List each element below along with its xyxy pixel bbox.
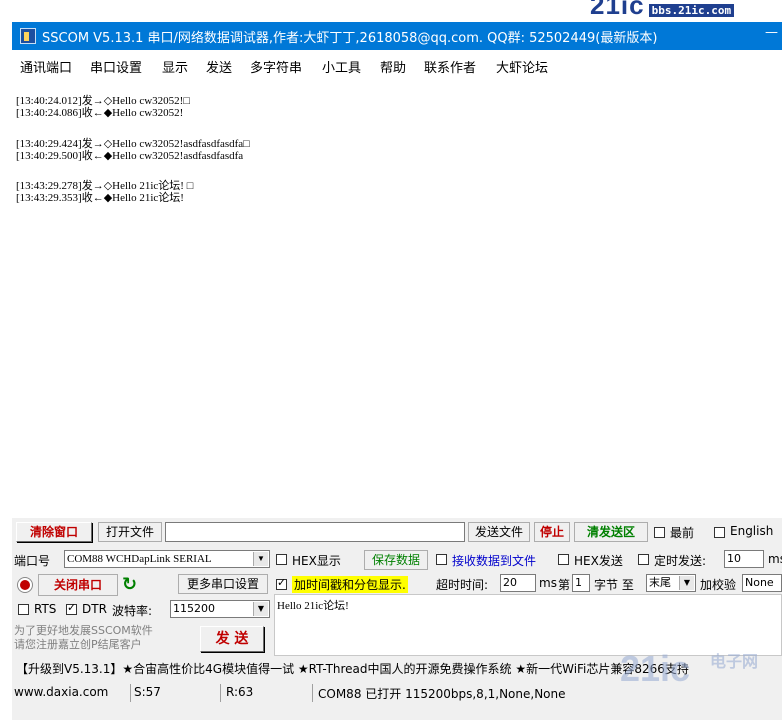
port-label: 端口号 [14, 554, 51, 568]
baud-rate-value: 115200 [173, 602, 215, 615]
start-byte-input[interactable]: 1 [572, 574, 590, 592]
checksum-select[interactable]: None [742, 574, 782, 592]
status-separator [312, 684, 313, 702]
timeout-unit: ms [539, 576, 557, 590]
promo-text[interactable]: 为了更好地发展SSCOM软件 请您注册嘉立创P结尾客户 [14, 624, 196, 656]
timed-send-label: 定时发送: [654, 554, 707, 568]
clear-window-button[interactable]: 清除窗口 [16, 522, 92, 542]
log-line: [13:40:29.424]发→◇Hello cw32052!asdfasdfa… [16, 138, 250, 150]
baud-rate-label: 波特率: [112, 604, 153, 618]
recv-to-file-checkbox[interactable] [436, 554, 447, 565]
english-label: English [730, 524, 774, 538]
log-line: [13:40:24.086]收←◆Hello cw32052! [16, 107, 184, 119]
topmost-label: 最前 [670, 526, 695, 540]
status-separator [130, 684, 131, 702]
menu-item-help[interactable]: 帮助 [380, 57, 406, 76]
status-separator [220, 684, 221, 702]
timeout-input[interactable]: 20 [500, 574, 536, 592]
dtr-checkbox[interactable] [66, 601, 77, 615]
english-checkbox[interactable] [714, 527, 725, 538]
port-select[interactable]: COM88 WCHDapLink SERIAL ▼ [64, 550, 270, 568]
timeout-label: 超时时间: [436, 578, 489, 592]
recv-to-file-label: 接收数据到文件 [452, 554, 537, 568]
stop-button[interactable]: 停止 [534, 522, 570, 542]
status-received-count: R:63 [226, 685, 254, 699]
status-sent-count: S:57 [134, 685, 161, 699]
log-line: [13:40:29.500]收←◆Hello cw32052!asdfasdfa… [16, 150, 244, 162]
hex-display-label: HEX显示 [292, 554, 341, 568]
hex-send-checkbox[interactable] [558, 554, 569, 565]
save-data-button[interactable]: 保存数据 [364, 550, 428, 570]
rts-label: RTS [34, 602, 57, 616]
timed-send-interval-input[interactable]: 10 [724, 550, 764, 568]
app-icon [20, 28, 36, 44]
timestamp-checkbox[interactable] [276, 576, 287, 590]
send-file-button[interactable]: 发送文件 [468, 522, 530, 542]
chevron-down-icon: ▼ [253, 552, 268, 566]
hex-display-checkbox[interactable] [276, 554, 287, 565]
checksum-label: 加校验 [700, 578, 737, 592]
status-website[interactable]: www.daxia.com [14, 685, 108, 699]
timed-send-unit: ms [768, 552, 782, 566]
watermark-21ic-bottom: 21ic 电子网 [620, 640, 780, 700]
menu-item-send[interactable]: 发送 [206, 57, 232, 76]
timestamp-label: 加时间戳和分包显示. [292, 576, 408, 593]
byte-range-label: 字节 至 [594, 578, 634, 592]
open-file-button[interactable]: 打开文件 [98, 522, 162, 542]
log-line: [13:43:29.278]发→◇Hello 21ic论坛! □ [16, 180, 194, 192]
rts-checkbox[interactable] [18, 604, 29, 615]
refresh-icon[interactable]: ↻ [122, 574, 137, 595]
log-line: [13:43:29.353]收←◆Hello 21ic论坛! [16, 192, 184, 204]
menu-bar: 通讯端口 串口设置 显示 发送 多字符串 小工具 帮助 联系作者 大虾论坛 [12, 52, 782, 79]
watermark-url: bbs.21ic.com [648, 4, 735, 17]
minimize-button[interactable]: — [765, 25, 778, 40]
hex-send-label: HEX发送 [574, 554, 623, 568]
close-port-button[interactable]: 关闭串口 [38, 574, 118, 596]
send-button[interactable]: 发 送 [200, 626, 264, 652]
menu-item-port[interactable]: 通讯端口 [20, 57, 72, 76]
port-select-value: COM88 WCHDapLink SERIAL [67, 553, 212, 565]
menu-item-multi-string[interactable]: 多字符串 [250, 57, 302, 76]
file-path-input[interactable] [165, 522, 465, 542]
topmost-checkbox[interactable] [654, 527, 665, 538]
chevron-down-icon: ▼ [679, 576, 694, 590]
menu-item-contact[interactable]: 联系作者 [424, 57, 476, 76]
log-line: [13:40:24.012]发→◇Hello cw32052!□ [16, 95, 190, 107]
more-serial-settings-button[interactable]: 更多串口设置 [178, 574, 268, 594]
end-position-value: 末尾 [649, 576, 671, 589]
port-status-led-icon [18, 578, 32, 592]
menu-item-forum[interactable]: 大虾论坛 [496, 57, 548, 76]
clear-send-area-button[interactable]: 清发送区 [574, 522, 648, 542]
status-port-info: COM88 已打开 115200bps,8,1,None,None [318, 687, 566, 701]
chevron-down-icon: ▼ [253, 602, 268, 616]
menu-item-tools[interactable]: 小工具 [322, 57, 361, 76]
menu-item-display[interactable]: 显示 [162, 57, 188, 76]
dtr-label: DTR [82, 602, 107, 616]
watermark-logo: 21ic [590, 0, 645, 20]
receive-log-area[interactable]: [13:40:24.012]发→◇Hello cw32052!□ [13:40:… [12, 78, 782, 518]
title-bar[interactable]: SSCOM V5.13.1 串口/网络数据调试器,作者:大虾丁丁,2618058… [12, 22, 782, 50]
watermark-logo: 21ic [620, 648, 691, 689]
menu-item-serial-settings[interactable]: 串口设置 [90, 57, 142, 76]
baud-rate-select[interactable]: 115200 ▼ [170, 600, 270, 618]
nth-label: 第 [558, 578, 571, 592]
window-title: SSCOM V5.13.1 串口/网络数据调试器,作者:大虾丁丁,2618058… [42, 31, 658, 46]
watermark-text: 电子网 [710, 654, 759, 671]
watermark-21ic-top: 21ic bbs.21ic.com [590, 0, 782, 20]
end-position-select[interactable]: 末尾 ▼ [646, 574, 696, 592]
timed-send-checkbox[interactable] [638, 554, 649, 565]
